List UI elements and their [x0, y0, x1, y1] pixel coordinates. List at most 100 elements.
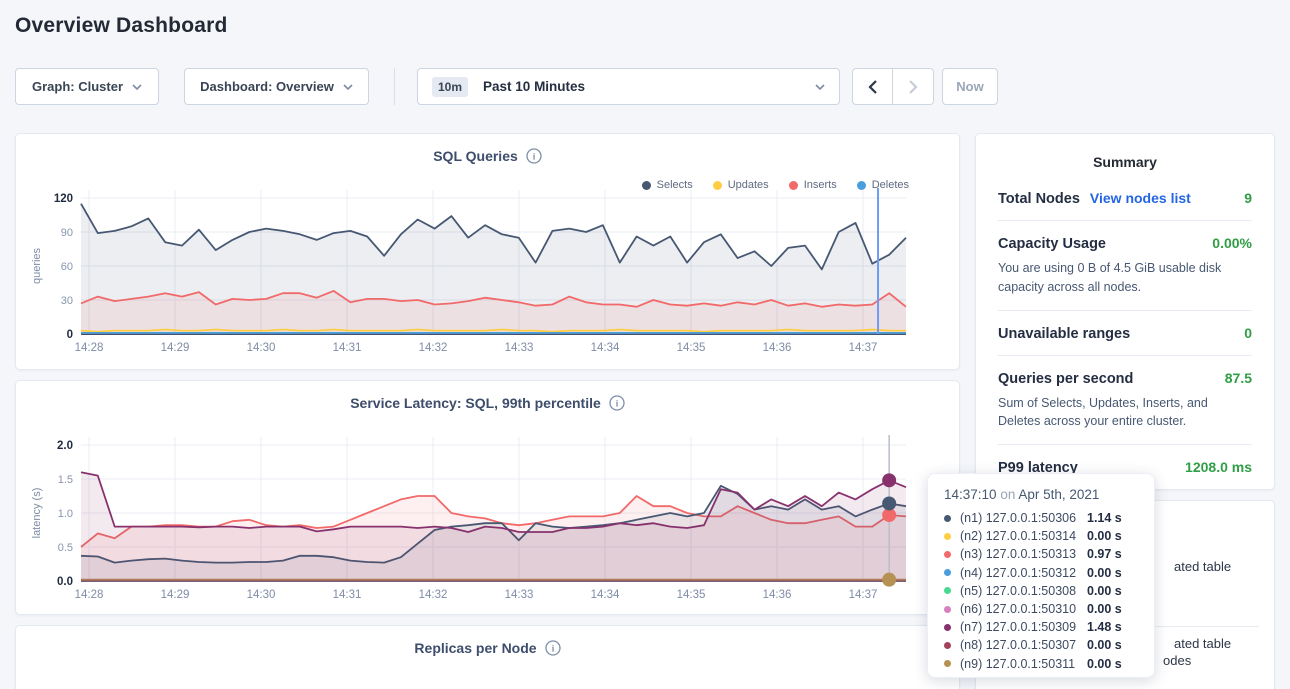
tooltip-preposition: on [1000, 487, 1015, 502]
qps-label: Queries per second [998, 371, 1133, 387]
capacity-usage-description: You are using 0 B of 4.5 GiB usable disk… [998, 259, 1252, 297]
svg-text:120: 120 [54, 193, 73, 205]
chart-tooltip: 14:37:10 on Apr 5th, 2021 (n1) 127.0.0.1… [927, 473, 1155, 678]
hover-point-marker [882, 473, 896, 487]
legend-item-inserts[interactable]: Inserts [789, 179, 837, 191]
unavailable-ranges-value: 0 [1244, 325, 1252, 341]
chevron-down-icon [132, 84, 142, 90]
svg-text:14:37: 14:37 [849, 589, 878, 601]
svg-text:14:34: 14:34 [591, 342, 620, 354]
chart-title: Replicas per Node i [16, 640, 959, 656]
overview-dashboard-page: Overview Dashboard Graph: Cluster Dashbo… [0, 0, 1290, 689]
chevron-left-icon [868, 80, 877, 94]
svg-text:2.0: 2.0 [57, 440, 73, 452]
svg-text:14:37: 14:37 [849, 342, 878, 354]
hover-point-marker [882, 573, 896, 587]
tooltip-node-row: (n9) 127.0.0.1:503110.00 s [944, 655, 1138, 673]
series-color-dot [944, 606, 951, 613]
tooltip-node-row: (n4) 127.0.0.1:503120.00 s [944, 564, 1138, 582]
svg-text:latency (s): latency (s) [31, 488, 43, 539]
summary-row-qps: Queries per second 87.5 Sum of Selects, … [998, 356, 1252, 446]
tooltip-node-row: (n8) 127.0.0.1:503070.00 s [944, 636, 1138, 654]
chevron-down-icon [343, 84, 353, 90]
svg-text:0.5: 0.5 [58, 542, 73, 554]
tooltip-node-row: (n2) 127.0.0.1:503140.00 s [944, 527, 1138, 545]
svg-text:14:31: 14:31 [333, 589, 362, 601]
tooltip-node-address: (n4) 127.0.0.1:50312 [960, 566, 1087, 580]
series-color-dot [944, 624, 951, 631]
svg-text:14:29: 14:29 [161, 342, 190, 354]
legend-dot [857, 181, 866, 190]
chevron-down-icon [815, 84, 825, 90]
svg-text:14:29: 14:29 [161, 589, 190, 601]
tooltip-node-address: (n1) 127.0.0.1:50306 [960, 511, 1087, 525]
tooltip-node-address: (n9) 127.0.0.1:50311 [960, 657, 1087, 671]
tooltip-node-value: 0.00 s [1087, 602, 1122, 616]
now-button[interactable]: Now [942, 68, 998, 105]
summary-row-capacity: Capacity Usage 0.00% You are using 0 B o… [998, 221, 1252, 311]
time-range-badge: 10m [432, 77, 468, 97]
svg-text:i: i [551, 644, 554, 654]
chart-plot-area[interactable]: 14:2814:2914:3014:3114:3214:3314:3414:35… [16, 381, 960, 615]
svg-text:14:34: 14:34 [591, 589, 620, 601]
svg-text:14:30: 14:30 [247, 589, 276, 601]
tooltip-node-value: 1.14 s [1087, 511, 1122, 525]
svg-text:30: 30 [61, 295, 73, 307]
time-prev-button[interactable] [852, 68, 893, 105]
tooltip-date: Apr 5th, 2021 [1018, 487, 1099, 502]
total-nodes-value: 9 [1244, 190, 1252, 206]
series-color-dot [944, 660, 951, 667]
tooltip-time: 14:37:10 [944, 487, 997, 502]
svg-text:90: 90 [61, 227, 73, 239]
event-item-fragment[interactable]: ated table [1174, 636, 1231, 651]
svg-text:14:33: 14:33 [505, 342, 534, 354]
svg-text:14:32: 14:32 [419, 589, 448, 601]
legend-label: Updates [728, 179, 769, 191]
tooltip-node-address: (n2) 127.0.0.1:50314 [960, 529, 1087, 543]
time-range-label: Past 10 Minutes [483, 79, 585, 94]
legend-item-deletes[interactable]: Deletes [857, 179, 909, 191]
legend-item-updates[interactable]: Updates [713, 179, 769, 191]
tooltip-node-address: (n3) 127.0.0.1:50313 [960, 547, 1087, 561]
p99-latency-value: 1208.0 ms [1185, 459, 1252, 475]
chart-title-text: Replicas per Node [414, 640, 536, 656]
view-nodes-list-link[interactable]: View nodes list [1090, 190, 1191, 206]
graph-selector-dropdown[interactable]: Graph: Cluster [15, 68, 159, 105]
svg-text:1.0: 1.0 [58, 508, 73, 520]
svg-text:14:28: 14:28 [75, 589, 104, 601]
event-item-fragment[interactable]: odes [1163, 653, 1191, 668]
svg-text:14:36: 14:36 [763, 589, 792, 601]
tooltip-node-row: (n5) 127.0.0.1:503080.00 s [944, 582, 1138, 600]
tooltip-node-address: (n5) 127.0.0.1:50308 [960, 584, 1087, 598]
tooltip-timestamp: 14:37:10 on Apr 5th, 2021 [944, 487, 1138, 502]
svg-text:14:32: 14:32 [419, 342, 448, 354]
replicas-per-node-chart-card: Replicas per Node i [15, 625, 960, 689]
legend-item-selects[interactable]: Selects [642, 179, 693, 191]
legend-dot [642, 181, 651, 190]
tooltip-node-row: (n7) 127.0.0.1:503091.48 s [944, 618, 1138, 636]
svg-text:1.5: 1.5 [58, 474, 73, 486]
toolbar-divider [394, 68, 395, 105]
qps-value: 87.5 [1225, 370, 1252, 386]
capacity-usage-value: 0.00% [1212, 235, 1252, 251]
chart-plot-area[interactable]: 14:2814:2914:3014:3114:3214:3314:3414:35… [16, 134, 960, 370]
legend-label: Selects [657, 179, 693, 191]
legend-label: Deletes [872, 179, 909, 191]
time-next-button[interactable] [893, 68, 934, 105]
series-color-dot [944, 533, 951, 540]
svg-text:14:31: 14:31 [333, 342, 362, 354]
qps-description: Sum of Selects, Updates, Inserts, and De… [998, 394, 1252, 432]
tooltip-node-value: 0.00 s [1087, 529, 1122, 543]
event-item-fragment[interactable]: ated table [1174, 559, 1231, 574]
tooltip-rows: (n1) 127.0.0.1:503061.14 s(n2) 127.0.0.1… [944, 509, 1138, 673]
tooltip-node-value: 0.00 s [1087, 657, 1122, 671]
time-range-dropdown[interactable]: 10m Past 10 Minutes [417, 68, 840, 105]
info-icon[interactable]: i [545, 640, 561, 656]
chart-legend: Selects Updates Inserts Deletes [642, 179, 909, 191]
tooltip-node-address: (n8) 127.0.0.1:50307 [960, 638, 1087, 652]
dashboard-selector-dropdown[interactable]: Dashboard: Overview [184, 68, 369, 105]
series-color-dot [944, 551, 951, 558]
service-latency-chart-card: Service Latency: SQL, 99th percentile i … [15, 380, 960, 615]
tooltip-node-value: 0.00 s [1087, 638, 1122, 652]
graph-selector-label: Graph: Cluster [32, 79, 123, 94]
